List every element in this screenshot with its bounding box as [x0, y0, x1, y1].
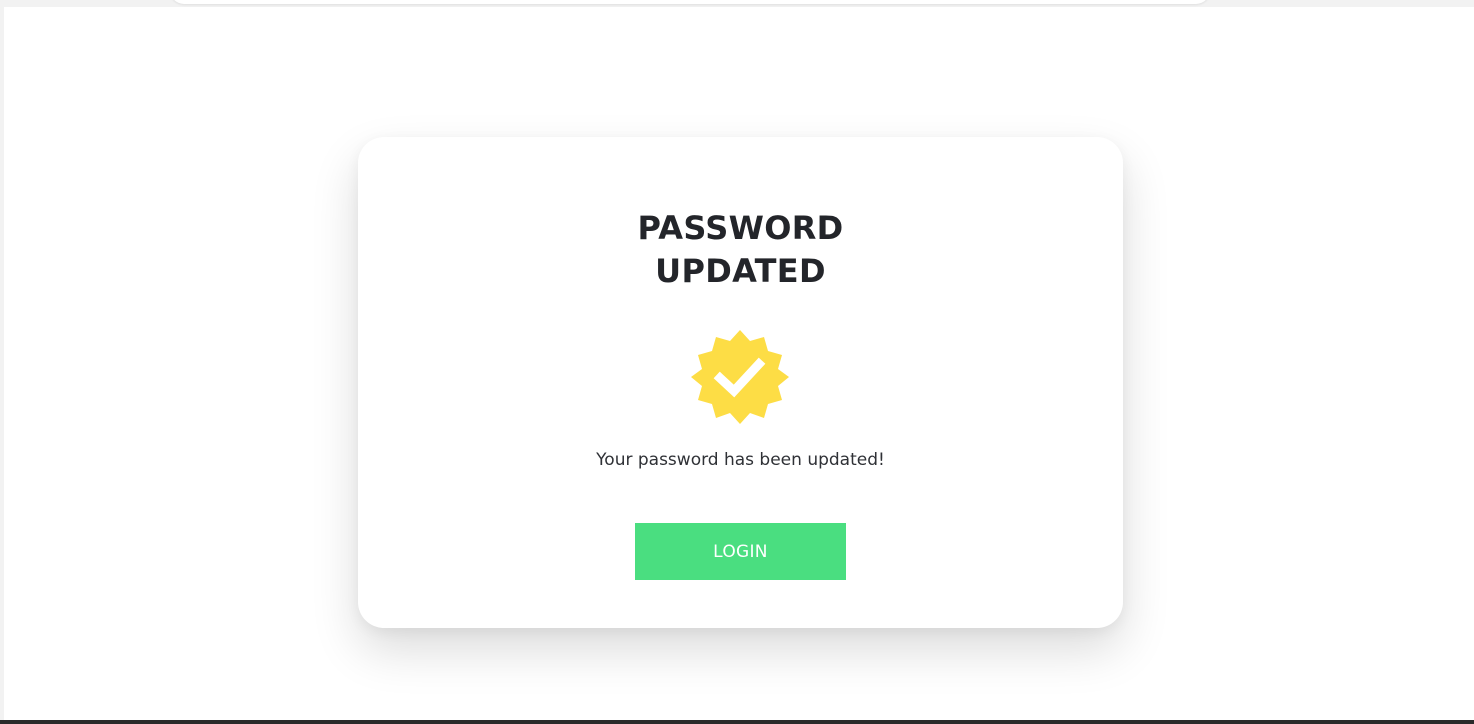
- page-title: PASSWORD UPDATED: [358, 207, 1123, 293]
- login-button[interactable]: LOGIN: [635, 523, 846, 580]
- title-line-1: PASSWORD: [637, 209, 844, 247]
- badge-shape: [691, 330, 789, 424]
- verified-check-badge-icon: [690, 329, 790, 425]
- password-updated-card: PASSWORD UPDATED Your password has been …: [358, 137, 1123, 628]
- bottom-edge-strip: [0, 720, 1474, 724]
- top-bar-remnant: [170, 0, 1210, 4]
- success-message: Your password has been updated!: [596, 450, 885, 470]
- title-line-2: UPDATED: [655, 252, 826, 290]
